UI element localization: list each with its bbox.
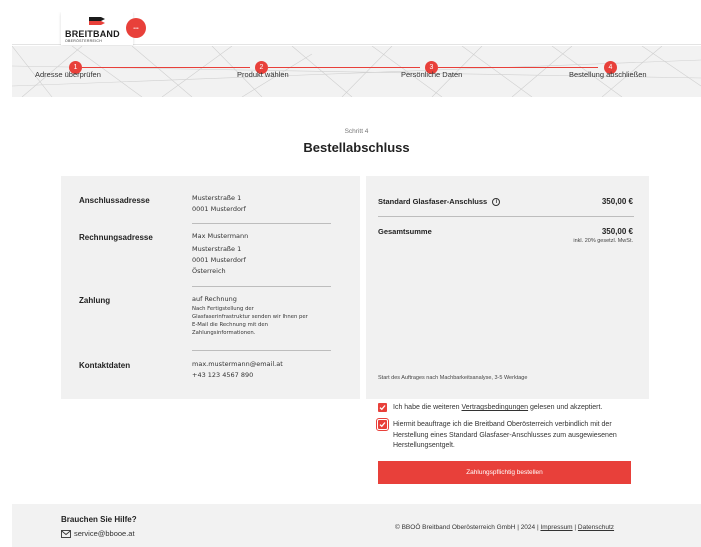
progress-line-3-4 (438, 67, 598, 68)
checkmark-icon (379, 405, 386, 411)
page-title: Bestellabschluss (303, 140, 410, 155)
step-3-label[interactable]: Persönliche Daten (401, 70, 462, 79)
address-label: Anschlussadresse (79, 196, 150, 205)
checkmark-icon (379, 422, 386, 428)
breitband-logo[interactable]: BREITBAND OBERÖSTERREICH (61, 12, 133, 45)
checkout-page: BREITBAND OBERÖSTERREICH ●●● 1 Adresse ü… (12, 12, 701, 547)
billing-line: Musterstraße 1 (192, 245, 242, 253)
price-panel: Standard Glasfaser-Anschluss i 350,00 € … (366, 176, 649, 399)
step-2-label[interactable]: Produkt wählen (237, 70, 289, 79)
billing-label: Rechnungsadresse (79, 233, 153, 242)
billing-line: Max Mustermann (192, 232, 249, 240)
billing-value: Max Mustermann Musterstraße 1 0001 Muste… (192, 231, 248, 277)
address-line: 0001 Musterdorf (192, 205, 246, 213)
help-email: service@bbooe.at (74, 529, 135, 538)
breitband-logo-mark-icon (89, 17, 105, 25)
info-icon[interactable]: i (492, 198, 501, 207)
product-price: 350,00 € (601, 197, 633, 206)
terms-text-pre: Ich habe die weiteren (393, 404, 462, 411)
divider (192, 286, 331, 287)
address-line: Musterstraße 1 (192, 194, 242, 202)
order-summary-panel: Anschlussadresse Musterstraße 1 0001 Mus… (61, 176, 360, 399)
address-value: Musterstraße 1 0001 Musterdorf (192, 193, 246, 215)
divider (378, 216, 634, 217)
billing-line: 0001 Musterdorf (192, 256, 246, 264)
contact-label: Kontaktdaten (79, 361, 131, 370)
terms-text: Ich habe die weiteren Vertragsbedingunge… (393, 403, 648, 414)
assign-checkbox[interactable] (376, 418, 389, 431)
terms-checkbox[interactable] (378, 403, 387, 412)
divider (192, 350, 331, 351)
assign-text: Hiermit beauftrage ich die Breitband Obe… (393, 421, 617, 449)
payment-method: auf Rechnung (192, 295, 237, 303)
checkout-progress: 1 Adresse überprüfen 2 Produkt wählen 3 … (12, 46, 701, 97)
site-header: BREITBAND OBERÖSTERREICH ●●● (12, 12, 701, 45)
total-price: 350,00 € (601, 227, 633, 236)
contact-email: max.mustermann@email.at (192, 360, 283, 368)
mail-icon (61, 530, 71, 538)
site-footer: Brauchen Sie Hilfe? service@bbooe.at © B… (12, 504, 701, 547)
progress-line-2-3 (268, 67, 420, 68)
payment-note-line: Glasfaserinfrastruktur senden wir Ihnen … (192, 314, 308, 320)
total-label: Gesamtsumme (378, 227, 432, 236)
window-edge (0, 0, 12, 547)
help-title: Brauchen Sie Hilfe? (61, 515, 137, 524)
partner-badge-icon: ●●● (126, 18, 146, 38)
progress-line-1-2 (82, 67, 250, 68)
divider (192, 223, 331, 224)
product-label: Standard Glasfaser-Anschluss i (378, 197, 501, 207)
step-1-label[interactable]: Adresse überprüfen (35, 70, 101, 79)
vat-note: inkl. 20% gesetzl. MwSt. (573, 238, 633, 244)
copyright-text: © BBOÖ Breitband Oberösterreich GmbH | 2… (395, 524, 541, 531)
payment-value: auf Rechnung Nach Fertigstellung der Gla… (192, 294, 308, 337)
impressum-link[interactable]: Impressum (540, 524, 572, 531)
payment-note-line: Nach Fertigstellung der (192, 306, 254, 312)
contact-phone: +43 123 4567 890 (192, 371, 254, 379)
step-indicator: Schritt 4 (344, 128, 369, 135)
copyright: © BBOÖ Breitband Oberösterreich GmbH | 2… (395, 524, 614, 531)
datenschutz-link[interactable]: Datenschutz (578, 524, 614, 531)
payment-note-line: Zahlungsinformationen. (192, 330, 256, 336)
terms-text-post: gelesen und akzeptiert. (528, 404, 603, 411)
product-name: Standard Glasfaser-Anschluss (378, 197, 488, 206)
step-4-label: Bestellung abschließen (569, 70, 647, 79)
payment-note-line: E-Mail die Rechnung mit den (192, 322, 268, 328)
terms-link[interactable]: Vertragsbedingungen (462, 404, 529, 411)
payment-label: Zahlung (79, 296, 111, 305)
help-email-link[interactable]: service@bbooe.at (61, 529, 135, 538)
logo-title: BREITBAND (65, 29, 120, 39)
start-note: Start des Auftrages nach Machbarkeitsana… (378, 375, 528, 381)
logo-subtitle: OBERÖSTERREICH (65, 39, 103, 43)
billing-line: Österreich (192, 267, 226, 275)
contact-value: max.mustermann@email.at +43 123 4567 890 (192, 359, 283, 381)
order-button[interactable]: Zahlungspflichtig bestellen (378, 461, 631, 484)
